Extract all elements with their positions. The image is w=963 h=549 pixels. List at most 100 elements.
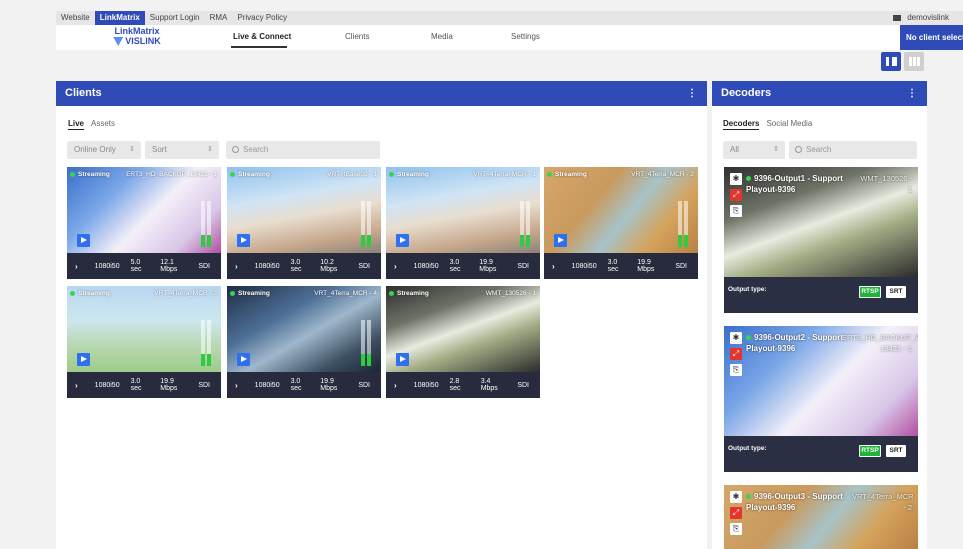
decoder-source: ERT3_HD_BACKUP_WMT-13421 - 1 (842, 333, 918, 353)
no-client-selected-button[interactable]: No client selected (900, 25, 963, 50)
tab-live-connect[interactable]: Live & Connect (233, 32, 291, 41)
envelope-icon (893, 15, 902, 21)
client-tile[interactable]: Streaming VRT_4Terra_MCR - 2 › 1080i50 3… (544, 167, 698, 279)
streaming-dot-icon (230, 172, 235, 177)
decoder-settings-button[interactable]: ✱ (730, 332, 742, 344)
tab-settings[interactable]: Settings (511, 32, 540, 41)
subtab-social-media[interactable]: Social Media (766, 119, 812, 130)
subtab-assets[interactable]: Assets (91, 119, 115, 130)
main-navbar: LinkMatrix VISLINK Live & Connect Client… (56, 25, 963, 50)
play-icon[interactable] (237, 234, 250, 247)
play-icon[interactable] (396, 234, 409, 247)
stream-status-label: Streaming (397, 171, 429, 178)
audio-meter (520, 201, 524, 247)
decoders-search-input[interactable]: Search (789, 141, 917, 159)
client-tile[interactable]: Streaming ERT3_HD_BACKUP_13421 - 1 › 108… (67, 167, 221, 279)
decoder-settings-button[interactable]: ✱ (730, 173, 742, 185)
decoder-source: WMT_130526 - 1 (860, 174, 912, 194)
bitrate: 19.9 Mbps (479, 259, 497, 273)
decoder-disconnect-button[interactable]: ⤢ (730, 348, 742, 360)
rma-link[interactable]: RMA (205, 11, 233, 25)
website-link[interactable]: Website (56, 11, 95, 25)
expand-chevron-icon[interactable]: › (227, 262, 244, 271)
play-icon[interactable] (237, 353, 250, 366)
sort-value: Sort (152, 145, 167, 154)
decoder-filter-select[interactable]: All ⇕ (723, 141, 785, 159)
expand-chevron-icon[interactable]: › (227, 381, 244, 390)
expand-chevron-icon[interactable]: › (544, 262, 561, 271)
rtsp-button[interactable]: RTSP (859, 286, 881, 298)
three-column-layout-toggle[interactable] (904, 52, 924, 71)
linkmatrix-link[interactable]: LinkMatrix (94, 11, 145, 25)
client-name: VRT_tBase02 - 1 (327, 171, 377, 178)
resolution: 1080i50 (254, 262, 280, 270)
client-tile[interactable]: Streaming VRT_4Terra_MCR - 4 › 1080i50 3… (227, 286, 381, 398)
two-column-layout-toggle[interactable] (881, 52, 901, 71)
clients-panel-title: Clients (65, 87, 102, 99)
decoder-output-button[interactable]: ⎘ (730, 523, 742, 535)
tab-clients[interactable]: Clients (345, 32, 369, 41)
client-name: VRT_4Terra_MCR - 2 (631, 171, 694, 178)
subtab-live[interactable]: Live (68, 119, 85, 130)
srt-button[interactable]: SRT (886, 286, 906, 298)
logo-vislink-label: VISLINK (125, 36, 161, 46)
interface: SDI (358, 381, 370, 389)
top-utility-bar: Website LinkMatrix Support Login RMA Pri… (56, 11, 963, 25)
decoder-tile[interactable]: ✱ ⤢ ⎘ 9396-Output2 - Support Playout-939… (724, 326, 918, 472)
decoders-menu-icon[interactable]: ⋮ (907, 81, 917, 106)
play-icon[interactable] (396, 353, 409, 366)
client-name: WMT_130526 - 1 (485, 290, 536, 297)
expand-chevron-icon[interactable]: › (386, 381, 403, 390)
select-arrow-icon: ⇕ (129, 146, 135, 153)
clients-menu-icon[interactable]: ⋮ (687, 81, 697, 106)
decoder-disconnect-button[interactable]: ⤢ (730, 189, 742, 201)
tab-media[interactable]: Media (431, 32, 453, 41)
output-icon: ⎘ (732, 365, 740, 374)
stream-status: Streaming (389, 290, 429, 297)
client-tile[interactable]: Streaming VRT_tBase02 - 1 › 1080i50 3.0 … (227, 167, 381, 279)
stream-status-label: Streaming (238, 290, 270, 297)
streaming-dot-icon (746, 176, 751, 181)
privacy-policy-link[interactable]: Privacy Policy (232, 11, 292, 25)
decoder-output-button[interactable]: ⎘ (730, 205, 742, 217)
client-tile[interactable]: Streaming VRT_4Terra_MCR - 3 › 1080i50 3… (67, 286, 221, 398)
decoder-output-button[interactable]: ⎘ (730, 364, 742, 376)
gear-icon: ✱ (732, 333, 740, 342)
username: demovislink (907, 13, 949, 22)
play-icon[interactable] (77, 234, 90, 247)
clients-search-input[interactable]: Search (226, 141, 380, 159)
expand-chevron-icon[interactable]: › (67, 381, 84, 390)
stream-status: Streaming (389, 171, 429, 178)
client-info-bar: › 1080i50 3.0 sec 19.9 Mbps SDI (67, 372, 221, 398)
linkmatrix-logo[interactable]: LinkMatrix VISLINK (102, 26, 172, 48)
client-info-bar: › 1080i50 3.0 sec 19.9 Mbps SDI (544, 253, 698, 279)
decoder-filter-value: All (730, 145, 739, 154)
play-icon[interactable] (77, 353, 90, 366)
subtab-decoders[interactable]: Decoders (723, 119, 760, 130)
play-icon[interactable] (554, 234, 567, 247)
resolution: 1080i50 (571, 262, 597, 270)
logo-text-linkmatrix: LinkMatrix (114, 26, 160, 36)
client-thumbnail (227, 167, 381, 253)
stream-status: Streaming (230, 171, 270, 178)
support-login-link[interactable]: Support Login (145, 11, 205, 25)
rtsp-button[interactable]: RTSP (859, 445, 881, 457)
decoder-tile[interactable]: ✱ ⤢ ⎘ 9396-Output3 - Support Playout-939… (724, 485, 918, 549)
resolution: 1080i50 (413, 381, 439, 389)
client-tile[interactable]: Streaming VRT_4Terra_MCR - 1 › 1080i50 3… (386, 167, 540, 279)
expand-chevron-icon[interactable]: › (67, 262, 84, 271)
client-tile[interactable]: Streaming WMT_130526 - 1 › 1080i50 2.8 s… (386, 286, 540, 398)
decoder-disconnect-button[interactable]: ⤢ (730, 507, 742, 519)
user-menu[interactable]: demovislink (893, 11, 949, 25)
bitrate: 19.9 Mbps (320, 378, 338, 392)
sort-select[interactable]: Sort ⇕ (145, 141, 219, 159)
interface: SDI (517, 381, 529, 389)
srt-button[interactable]: SRT (886, 445, 906, 457)
clients-panel-header: Clients ⋮ (56, 81, 707, 106)
expand-chevron-icon[interactable]: › (386, 262, 403, 271)
decoder-settings-button[interactable]: ✱ (730, 491, 742, 503)
decoder-tile[interactable]: ✱ ⤢ ⎘ 9396-Output1 - Support Playout-939… (724, 167, 918, 313)
client-name: VRT_4Terra_MCR - 1 (473, 171, 536, 178)
vislink-mark-icon (113, 37, 124, 46)
online-filter-select[interactable]: Online Only ⇕ (67, 141, 141, 159)
